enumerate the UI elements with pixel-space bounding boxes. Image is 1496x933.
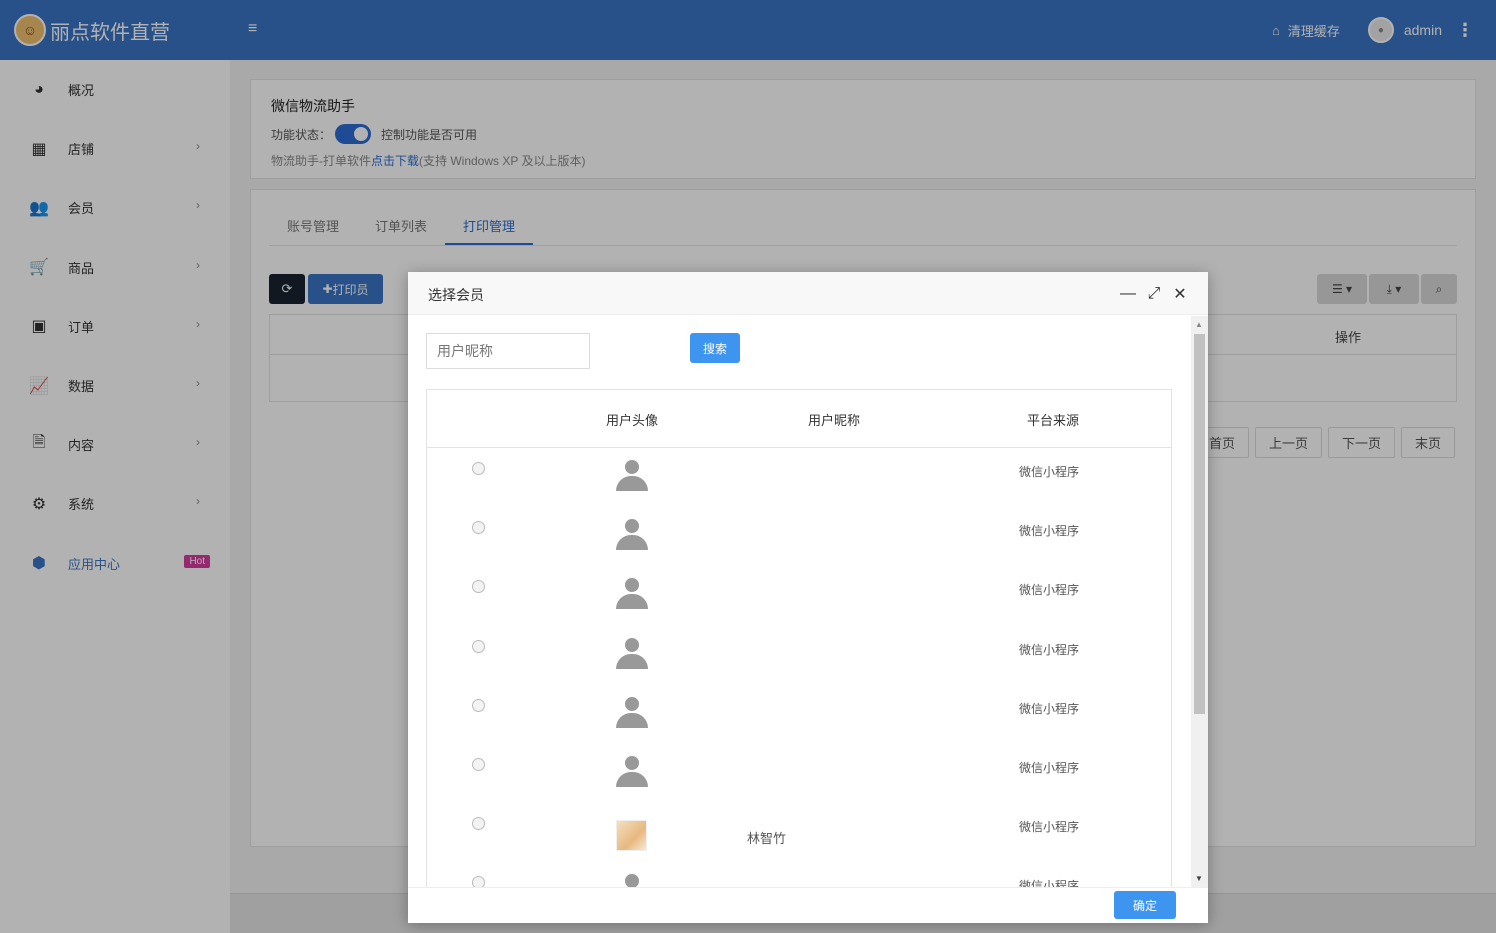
member-source: 微信小程序 bbox=[1019, 879, 1080, 887]
table-row[interactable]: 微信小程序 bbox=[427, 744, 1171, 803]
default-avatar-icon bbox=[616, 578, 648, 610]
member-source: 微信小程序 bbox=[1019, 701, 1080, 716]
avatar-head bbox=[625, 578, 639, 593]
table-row[interactable]: 微信小程序 bbox=[427, 566, 1171, 625]
avatar-head bbox=[625, 696, 639, 711]
member-source: 微信小程序 bbox=[1019, 820, 1080, 835]
default-avatar-icon bbox=[616, 874, 648, 887]
avatar-head bbox=[625, 755, 639, 770]
dialog-header: 选择会员 — ⤢ ✕ bbox=[408, 272, 1208, 315]
member-radio[interactable] bbox=[472, 580, 485, 594]
member-rows: 微信小程序 微信小程序 微信小程序 微信小程序 微信小程序 微信小程序 林智竹 微信小程序 微信… bbox=[427, 448, 1171, 887]
confirm-button[interactable]: 确定 bbox=[1114, 891, 1176, 919]
maximize-icon[interactable]: ⤢ bbox=[1142, 282, 1166, 306]
default-avatar-icon bbox=[616, 637, 648, 670]
member-source: 微信小程序 bbox=[1019, 465, 1080, 479]
table-row[interactable]: 微信小程序 bbox=[427, 448, 1171, 507]
member-table: 用户头像 用户昵称 平台来源 微信小程序 微信小程序 微信小程序 微信小程序 微信小程序… bbox=[426, 389, 1172, 887]
member-radio[interactable] bbox=[472, 757, 485, 771]
member-nickname: 林智竹 bbox=[747, 831, 787, 847]
table-row[interactable]: 林智竹 微信小程序 bbox=[427, 803, 1171, 862]
avatar-torso bbox=[616, 712, 648, 728]
member-source: 微信小程序 bbox=[1019, 524, 1080, 539]
avatar-head bbox=[625, 519, 639, 534]
member-radio[interactable] bbox=[472, 521, 485, 535]
nickname-search-input[interactable] bbox=[426, 333, 590, 369]
avatar-torso bbox=[616, 653, 648, 669]
table-row[interactable]: 微信小程序 bbox=[427, 685, 1171, 744]
member-radio[interactable] bbox=[472, 639, 485, 653]
default-avatar-icon bbox=[616, 460, 648, 492]
member-radio[interactable] bbox=[472, 876, 485, 887]
avatar-head bbox=[625, 874, 639, 887]
col-nickname: 用户昵称 bbox=[808, 413, 861, 428]
member-radio[interactable] bbox=[472, 817, 485, 831]
default-avatar-icon bbox=[616, 755, 648, 788]
minimize-icon[interactable]: — bbox=[1116, 282, 1140, 306]
scroll-up-icon[interactable]: ▲ bbox=[1195, 320, 1203, 329]
member-radio[interactable] bbox=[472, 698, 485, 712]
default-avatar-icon bbox=[616, 519, 648, 551]
default-avatar-icon bbox=[616, 696, 648, 729]
member-avatar bbox=[616, 820, 647, 852]
close-icon[interactable]: ✕ bbox=[1168, 282, 1192, 306]
table-row[interactable]: 微信小程序 bbox=[427, 862, 1171, 887]
avatar-torso bbox=[616, 476, 648, 491]
dialog-controls: — ⤢ ✕ bbox=[1114, 282, 1192, 306]
avatar-head bbox=[625, 637, 639, 652]
avatar-torso bbox=[616, 771, 648, 787]
avatar-head bbox=[625, 460, 639, 474]
col-source: 平台来源 bbox=[1027, 413, 1080, 428]
scroll-down-icon[interactable]: ▼ bbox=[1195, 874, 1203, 883]
dialog-footer: 确定 bbox=[408, 887, 1208, 923]
avatar-torso bbox=[616, 535, 648, 551]
col-avatar: 用户头像 bbox=[606, 413, 659, 428]
dialog-title: 选择会员 bbox=[428, 287, 484, 303]
member-source: 微信小程序 bbox=[1019, 583, 1080, 598]
dialog-body: 搜索 用户头像 用户昵称 平台来源 微信小程序微信小程序微信小程序微信小程序微信… bbox=[408, 316, 1208, 887]
table-row[interactable]: 微信小程序 bbox=[427, 507, 1171, 566]
avatar-torso bbox=[616, 594, 648, 610]
dialog-scrollbar[interactable]: ▲ ▼ bbox=[1191, 316, 1208, 887]
member-table-header: 用户头像 用户昵称 平台来源 bbox=[427, 390, 1171, 448]
select-member-dialog: 选择会员 — ⤢ ✕ 搜索 用户头像 用户昵称 平台来源 微信小程序微信小程序微… bbox=[408, 272, 1208, 923]
member-source: 微信小程序 bbox=[1019, 760, 1080, 775]
table-row[interactable]: 微信小程序 bbox=[427, 626, 1171, 685]
member-source: 微信小程序 bbox=[1019, 642, 1080, 657]
scroll-thumb[interactable] bbox=[1194, 334, 1205, 714]
member-radio[interactable] bbox=[472, 462, 485, 475]
search-button[interactable]: 搜索 bbox=[690, 333, 740, 363]
